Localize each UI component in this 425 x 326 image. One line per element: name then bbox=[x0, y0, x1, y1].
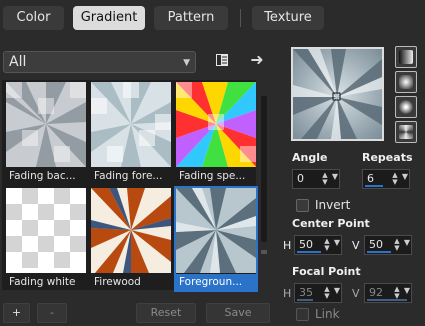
thumb-label: Fading white bbox=[9, 276, 76, 288]
link-checkbox[interactable] bbox=[296, 308, 309, 321]
center-h-label: H bbox=[283, 239, 292, 252]
spinner-icon[interactable]: ▲ ▼ bbox=[391, 172, 399, 186]
focal-v-value: 92 bbox=[369, 286, 383, 299]
gradient-thumb-fading-foreground[interactable]: Fading fore... bbox=[91, 82, 171, 184]
chevron-down-icon[interactable]: ▼ bbox=[334, 238, 340, 247]
gradient-preview bbox=[6, 82, 86, 167]
spinner-icon[interactable]: ▲ ▼ bbox=[393, 238, 401, 252]
tab-texture[interactable]: Texture bbox=[252, 6, 324, 30]
preview-swatch bbox=[293, 49, 382, 139]
gradient-preview-large bbox=[291, 47, 384, 141]
gradient-thumb-fading-background[interactable]: Fading bac... bbox=[6, 82, 86, 184]
save-button[interactable]: Save bbox=[206, 303, 270, 323]
rectangular-icon bbox=[399, 75, 413, 89]
radial-icon bbox=[399, 100, 413, 114]
focal-h-field[interactable]: 35 ▲ ▼ ▼ bbox=[294, 283, 342, 303]
style-sunburst-button[interactable] bbox=[395, 121, 417, 143]
arrow-right-icon[interactable]: ➜ bbox=[248, 51, 266, 69]
tab-pattern[interactable]: Pattern bbox=[154, 6, 228, 30]
thumb-label: Fading bac... bbox=[9, 170, 76, 182]
book-icon[interactable] bbox=[213, 52, 231, 70]
angle-value: 0 bbox=[297, 172, 304, 185]
reset-button[interactable]: Reset bbox=[136, 303, 196, 323]
gradient-preview bbox=[6, 188, 86, 273]
gradient-preview bbox=[176, 188, 256, 273]
add-button[interactable]: + bbox=[3, 303, 30, 323]
linear-icon bbox=[399, 50, 413, 64]
chevron-down-icon[interactable]: ▼ bbox=[334, 286, 340, 295]
spinner-icon[interactable]: ▲ ▼ bbox=[323, 286, 331, 300]
category-select-value: All bbox=[9, 54, 27, 70]
center-h-level-bar bbox=[297, 251, 321, 253]
chevron-down-icon[interactable]: ▼ bbox=[402, 172, 408, 181]
repeats-field[interactable]: 6 ▲ ▼ ▼ bbox=[362, 169, 410, 189]
spinner-icon[interactable]: ▲ ▼ bbox=[323, 238, 331, 252]
repeats-level-bar bbox=[365, 185, 383, 187]
chevron-down-icon[interactable]: ▼ bbox=[404, 238, 410, 247]
chevron-down-icon[interactable]: ▼ bbox=[404, 286, 410, 295]
spinner-icon[interactable]: ▲ ▼ bbox=[393, 286, 401, 300]
style-rectangular-button[interactable] bbox=[395, 71, 417, 93]
gradient-grid: Fading bac... Fading fore... Fading spe.… bbox=[2, 80, 258, 292]
gradient-thumb-fading-white[interactable]: Fading white bbox=[6, 188, 86, 290]
center-h-value: 50 bbox=[299, 238, 313, 251]
remove-button[interactable]: - bbox=[37, 303, 67, 323]
angle-label: Angle bbox=[292, 151, 328, 164]
thumb-label: Fading fore... bbox=[94, 170, 163, 182]
angle-field[interactable]: 0 ▲ ▼ ▼ bbox=[292, 169, 340, 189]
gradient-preview bbox=[91, 82, 171, 167]
focal-v-field[interactable]: 92 ▲ ▼ ▼ bbox=[364, 283, 412, 303]
tab-gradient[interactable]: Gradient bbox=[73, 6, 145, 30]
gradient-preview bbox=[176, 82, 256, 167]
focal-h-value: 35 bbox=[299, 286, 313, 299]
grid-scrollbar[interactable] bbox=[259, 80, 269, 292]
repeats-value: 6 bbox=[367, 172, 374, 185]
center-v-level-bar bbox=[367, 251, 391, 253]
tab-separator bbox=[240, 9, 241, 27]
sunburst-icon bbox=[399, 125, 413, 139]
focal-v-level-bar bbox=[367, 299, 407, 301]
thumb-label: Firewood bbox=[94, 276, 141, 288]
center-v-value: 50 bbox=[369, 238, 383, 251]
gradient-thumb-firewood[interactable]: Firewood bbox=[91, 188, 171, 290]
center-v-field[interactable]: 50 ▲ ▼ ▼ bbox=[364, 235, 412, 255]
focal-point-label: Focal Point bbox=[292, 265, 361, 278]
style-radial-button[interactable] bbox=[395, 96, 417, 118]
tab-color[interactable]: Color bbox=[3, 6, 64, 30]
thumb-label: Foregroun... bbox=[176, 274, 256, 290]
scrollbar-thumb[interactable] bbox=[261, 96, 267, 242]
category-select[interactable]: All ▼ bbox=[3, 51, 196, 73]
gradient-thumb-foreground[interactable]: Foregroun... bbox=[174, 186, 258, 292]
focal-v-label: V bbox=[352, 287, 360, 300]
chevron-down-icon[interactable]: ▼ bbox=[332, 172, 338, 181]
chevron-down-icon: ▼ bbox=[183, 58, 190, 68]
repeats-label: Repeats bbox=[362, 151, 413, 164]
link-label: Link bbox=[315, 307, 340, 321]
spinner-icon[interactable]: ▲ ▼ bbox=[321, 172, 329, 186]
scrollbar-grip bbox=[261, 250, 267, 254]
thumb-label: Fading spe... bbox=[179, 170, 246, 182]
focal-h-level-bar bbox=[297, 299, 313, 301]
center-h-field[interactable]: 50 ▲ ▼ ▼ bbox=[294, 235, 342, 255]
center-v-label: V bbox=[352, 239, 360, 252]
invert-checkbox[interactable] bbox=[296, 199, 309, 212]
style-linear-button[interactable] bbox=[395, 46, 417, 68]
center-point-label: Center Point bbox=[292, 217, 370, 230]
invert-label: Invert bbox=[315, 198, 351, 212]
focal-h-label: H bbox=[283, 287, 292, 300]
gradient-thumb-fading-spectrum[interactable]: Fading spe... bbox=[176, 82, 256, 184]
gradient-preview bbox=[91, 188, 171, 273]
